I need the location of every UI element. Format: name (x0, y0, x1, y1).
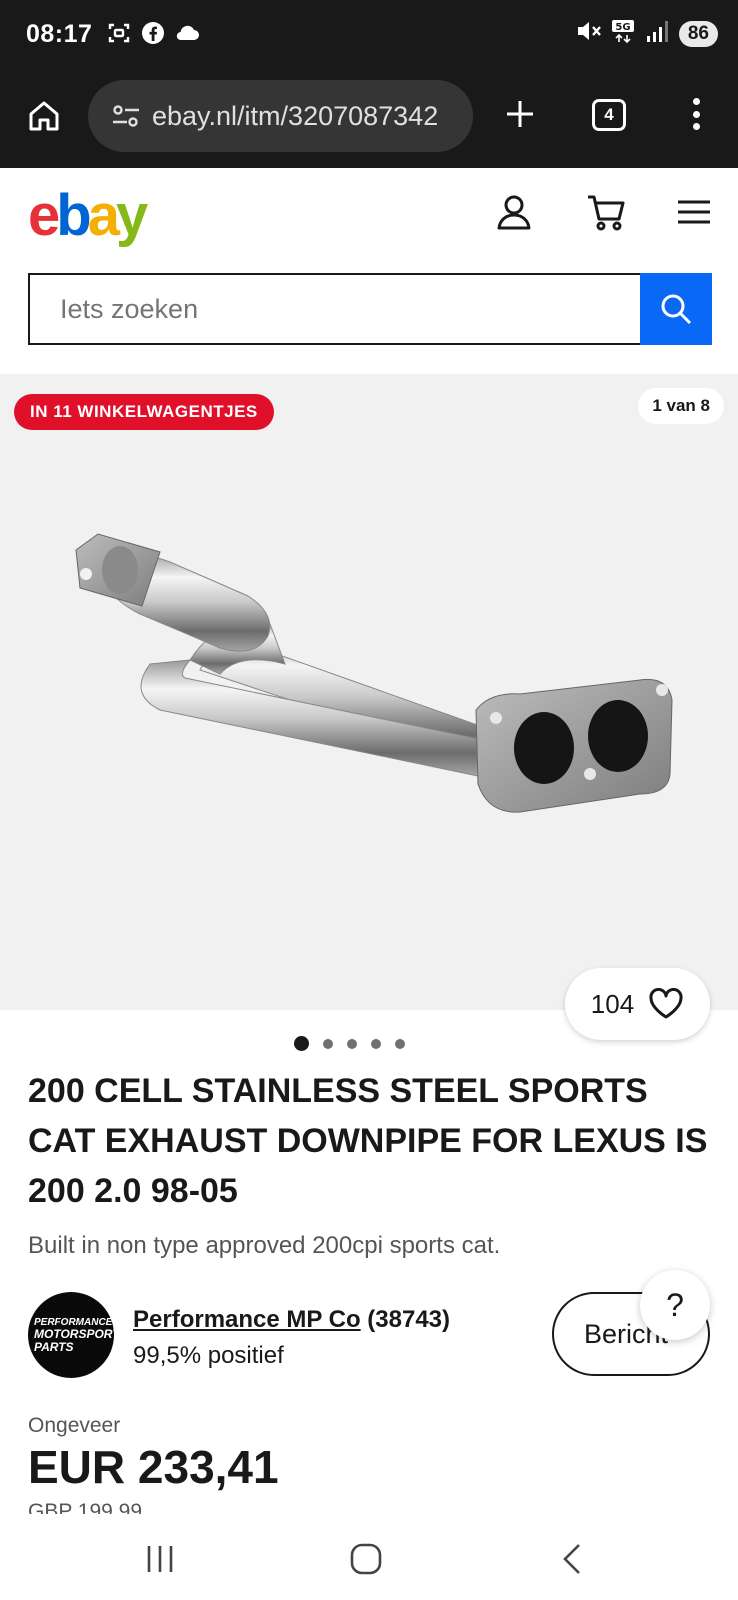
plus-icon (507, 101, 533, 127)
listing-title: 200 CELL STAINLESS STEEL SPORTS CAT EXHA… (28, 1072, 708, 1210)
carousel-dot[interactable] (322, 1038, 333, 1049)
svg-text:5G: 5G (615, 22, 630, 33)
new-tab-button[interactable] (498, 92, 542, 136)
status-icons-left (106, 20, 200, 46)
seller-info: Performance MP Co (38743) (133, 1306, 450, 1334)
user-icon (497, 195, 531, 230)
search-input[interactable] (28, 273, 640, 345)
5g-icon: 5G (611, 18, 637, 49)
account-button[interactable] (492, 190, 536, 234)
recent-apps-icon (147, 1546, 173, 1572)
watch-button[interactable]: 104 (565, 968, 710, 1040)
carousel-dot[interactable] (394, 1038, 405, 1049)
status-icons-right: 5G 86 (575, 18, 718, 49)
back-button[interactable] (542, 1532, 602, 1586)
image-counter: 1 van 8 (638, 388, 724, 424)
product-image-gallery[interactable]: IN 11 WINKELWAGENTJES 1 van 8 (0, 374, 738, 1010)
original-price: GBP 199,99 (28, 1500, 143, 1514)
mute-icon (575, 18, 603, 49)
product-image (75, 533, 673, 813)
android-nav-bar (0, 1518, 738, 1600)
price-label: Ongeveer (28, 1414, 121, 1437)
status-bar: 08:17 5G 86 (0, 0, 738, 70)
search-icon (661, 294, 692, 325)
search-button[interactable] (640, 273, 712, 345)
menu-icon (678, 200, 710, 224)
listing-subtitle: Built in non type approved 200cpi sports… (28, 1232, 501, 1259)
home-icon (29, 101, 59, 131)
cloud-icon (174, 20, 200, 46)
url-text: ebay.nl/itm/3207087342 (152, 100, 439, 131)
tab-switcher-button[interactable]: 4 (592, 99, 626, 131)
carousel-dot[interactable] (346, 1038, 357, 1049)
back-icon (563, 1544, 580, 1574)
seller-positive-rating: 99,5% positief (133, 1342, 284, 1369)
status-time: 08:17 (26, 20, 93, 48)
help-button[interactable]: ? (640, 1270, 710, 1340)
address-bar[interactable]: ebay.nl/itm/3207087342 (88, 80, 473, 152)
signal-icon (645, 18, 671, 49)
carousel-dots (0, 1036, 738, 1051)
hamburger-menu-button[interactable] (672, 190, 716, 234)
home-nav-icon (350, 1543, 382, 1575)
price-value: EUR 233,41 (28, 1441, 279, 1493)
home-nav-button[interactable] (336, 1532, 396, 1586)
cart-count-badge: IN 11 WINKELWAGENTJES (14, 394, 274, 430)
recent-apps-button[interactable] (130, 1532, 190, 1586)
browser-menu-button[interactable] (684, 92, 708, 136)
carousel-dot[interactable] (370, 1038, 381, 1049)
home-button[interactable] (22, 94, 66, 138)
cart-button[interactable] (584, 190, 628, 234)
facebook-icon (140, 20, 166, 46)
seller-avatar[interactable]: PERFORMANCE MOTORSPORT PARTS (28, 1292, 120, 1378)
ebay-logo[interactable]: ebay (28, 182, 148, 249)
watch-count: 104 (590, 988, 635, 1019)
seller-name-link[interactable]: Performance MP Co (133, 1306, 361, 1333)
site-settings-icon[interactable] (108, 98, 144, 134)
browser-toolbar: ebay.nl/itm/3207087342 4 (0, 70, 738, 168)
screenshot-icon (106, 20, 132, 46)
heart-icon (649, 988, 683, 1019)
search-bar (28, 273, 712, 345)
battery-indicator: 86 (678, 20, 718, 47)
seller-feedback-count: (38743) (367, 1306, 451, 1333)
ebay-header: ebay (0, 168, 738, 374)
cart-icon (588, 195, 625, 231)
carousel-dot[interactable] (293, 1036, 309, 1051)
